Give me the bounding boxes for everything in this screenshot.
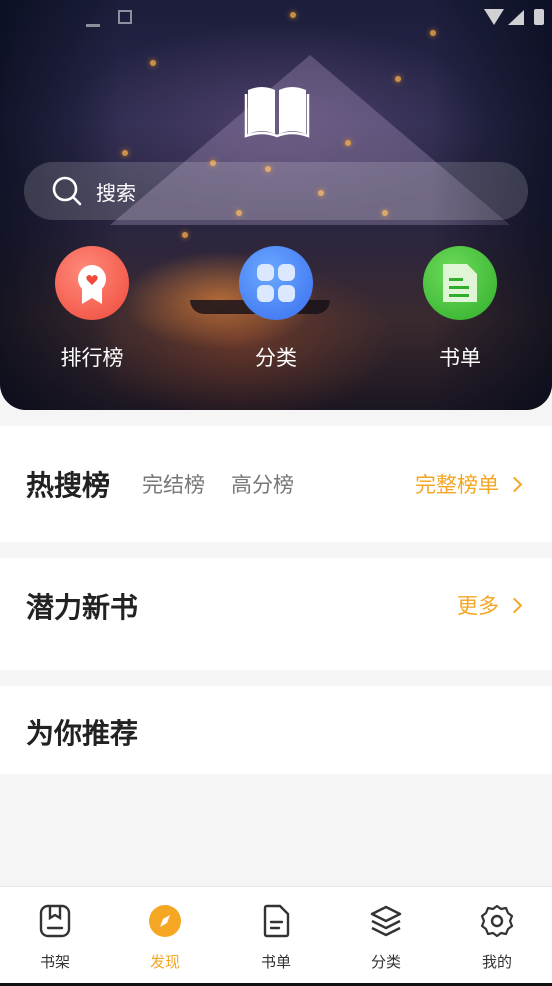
- nav-item-mine[interactable]: 我的: [442, 903, 552, 972]
- search-bar[interactable]: 搜索: [24, 162, 528, 220]
- nav-item-booklist[interactable]: 书单: [221, 903, 331, 972]
- hot-search-section: 热搜榜 完结榜 高分榜 完整榜单: [0, 426, 552, 542]
- shortcut-ranking[interactable]: 排行榜: [32, 246, 152, 372]
- category-grid-icon: [239, 246, 313, 320]
- section-title: 潜力新书: [26, 591, 139, 624]
- signal-icon: [508, 10, 524, 25]
- nav-item-discover[interactable]: 发现: [110, 903, 220, 972]
- bookshelf-icon: [39, 904, 71, 938]
- wifi-icon: [484, 9, 504, 25]
- chevron-right-icon: [506, 597, 523, 613]
- nav-label: 书架: [39, 953, 70, 971]
- nav-item-category[interactable]: 分类: [331, 903, 441, 972]
- bottom-navigation: 书架 发现 书单 分类 我的: [0, 886, 552, 986]
- hero-banner: 搜索 排行榜 分类 书单: [0, 0, 552, 410]
- layers-icon: [370, 905, 402, 937]
- document-icon: [263, 904, 290, 938]
- recommend-section: 为你推荐: [0, 686, 552, 774]
- battery-icon: [534, 9, 544, 25]
- tab-high-score[interactable]: 高分榜: [231, 469, 294, 499]
- nav-label: 分类: [370, 953, 401, 971]
- gear-icon: [480, 904, 514, 938]
- new-books-section: 潜力新书 更多: [0, 558, 552, 670]
- notification-icon: [118, 10, 132, 24]
- tab-completed[interactable]: 完结榜: [142, 469, 205, 499]
- book-list-icon: [423, 246, 497, 320]
- status-bar: [0, 0, 552, 36]
- shortcut-label: 排行榜: [60, 346, 124, 370]
- more-label: 完整榜单: [415, 473, 499, 497]
- nav-label: 书单: [260, 953, 291, 971]
- app-logo-book-icon: [244, 87, 310, 138]
- shortcut-label: 书单: [439, 346, 481, 370]
- section-title: 为你推荐: [26, 717, 139, 750]
- ranking-badge-icon: [55, 246, 129, 320]
- search-icon: [52, 176, 82, 206]
- more-link[interactable]: 更多: [457, 590, 523, 620]
- shortcut-category[interactable]: 分类: [216, 246, 336, 372]
- chevron-right-icon: [506, 476, 523, 492]
- download-icon: [86, 10, 100, 27]
- full-ranking-link[interactable]: 完整榜单: [415, 469, 523, 499]
- section-title: 热搜榜: [26, 469, 111, 502]
- nav-label: 我的: [481, 953, 512, 971]
- search-placeholder: 搜索: [96, 180, 136, 205]
- compass-icon: [149, 905, 181, 937]
- nav-label: 发现: [149, 953, 180, 971]
- shortcut-booklist[interactable]: 书单: [400, 246, 520, 372]
- shortcut-label: 分类: [255, 346, 297, 370]
- nav-item-bookshelf[interactable]: 书架: [0, 903, 110, 972]
- more-label: 更多: [457, 594, 499, 618]
